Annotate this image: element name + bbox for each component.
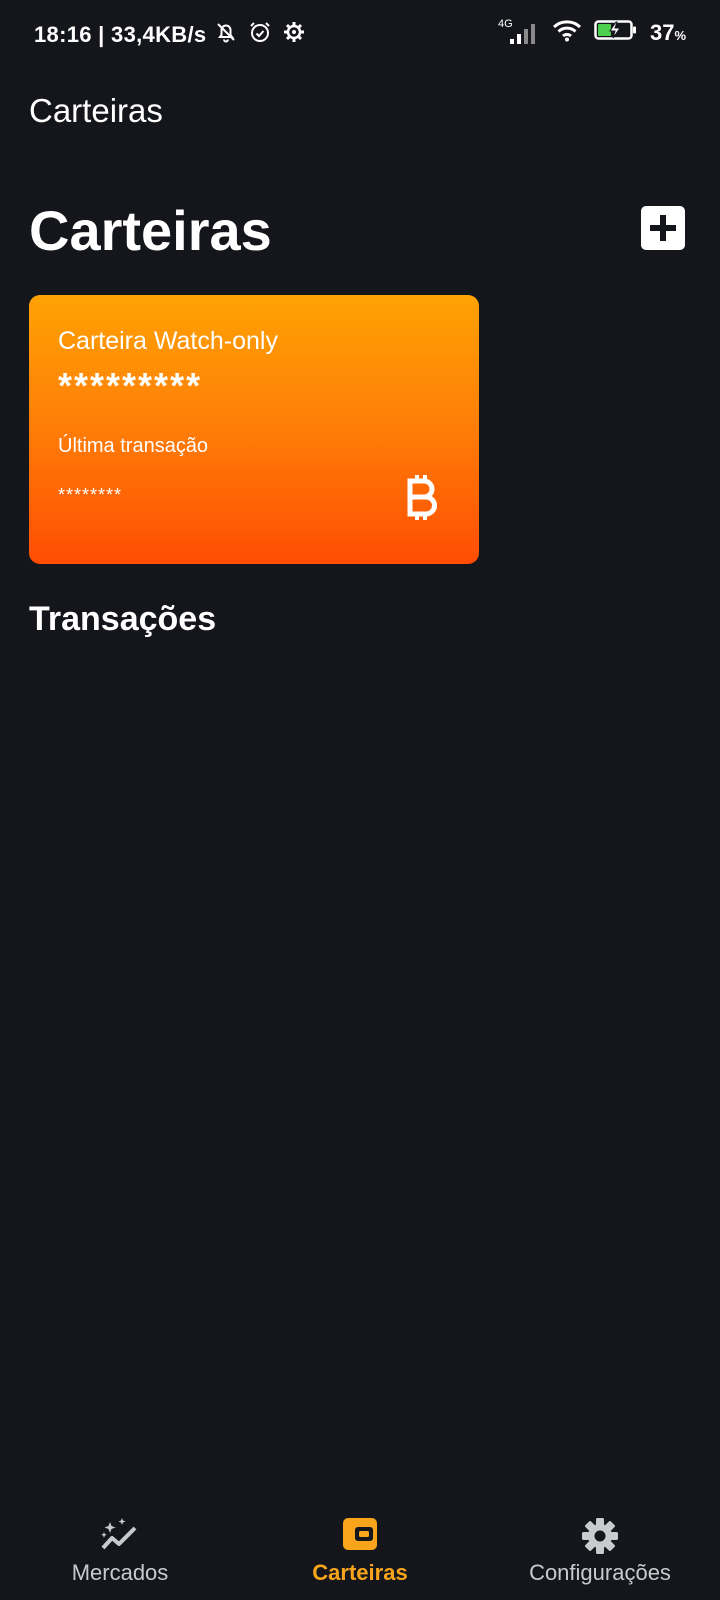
silent-bell-icon [214, 20, 238, 50]
nav-label-configuracoes: Configurações [529, 1560, 671, 1585]
transactions-section-title: Transações [29, 600, 217, 638]
last-transaction-value: ******** [58, 485, 123, 505]
plus-icon [650, 215, 676, 241]
wallet-name: Carteira Watch-only [58, 327, 278, 355]
battery-charging-icon [594, 18, 638, 48]
add-wallet-button[interactable] [641, 206, 685, 250]
app-bar-title: Carteiras [29, 92, 163, 129]
status-left-icons [214, 20, 306, 50]
battery-percent: 37% [649, 20, 686, 45]
nav-item-mercados[interactable]: Mercados [0, 1500, 240, 1600]
wallets-section-title: Carteiras [29, 199, 272, 262]
settings-gear-status-icon [282, 20, 306, 50]
nav-item-configuracoes[interactable]: Configurações [480, 1500, 720, 1600]
wallet-card[interactable]: Carteira Watch-only ********* Última tra… [29, 295, 479, 564]
wifi-icon [552, 18, 582, 48]
bitcoin-icon [404, 473, 440, 526]
nav-item-carteiras[interactable]: Carteiras [240, 1500, 480, 1600]
gear-icon [580, 1516, 620, 1561]
status-bar: 18:16 | 33,4KB/s 4G 37% [0, 0, 720, 68]
wallet-icon [341, 1516, 379, 1557]
status-right: 4G 37% [498, 18, 686, 48]
nav-label-mercados: Mercados [71, 1560, 169, 1585]
last-transaction-label: Última transação [58, 435, 209, 457]
nav-label-carteiras: Carteiras [312, 1560, 408, 1585]
alarm-icon [248, 20, 272, 50]
sparkle-chart-icon [100, 1516, 140, 1559]
bottom-navigation: Mercados Carteiras Configurações [0, 1500, 720, 1600]
status-time-speed: 18:16 | 33,4KB/s [34, 22, 207, 47]
wallet-balance: ********* [58, 365, 203, 406]
status-left: 18:16 | 33,4KB/s [34, 20, 306, 50]
signal-icon: 4G [498, 18, 540, 46]
